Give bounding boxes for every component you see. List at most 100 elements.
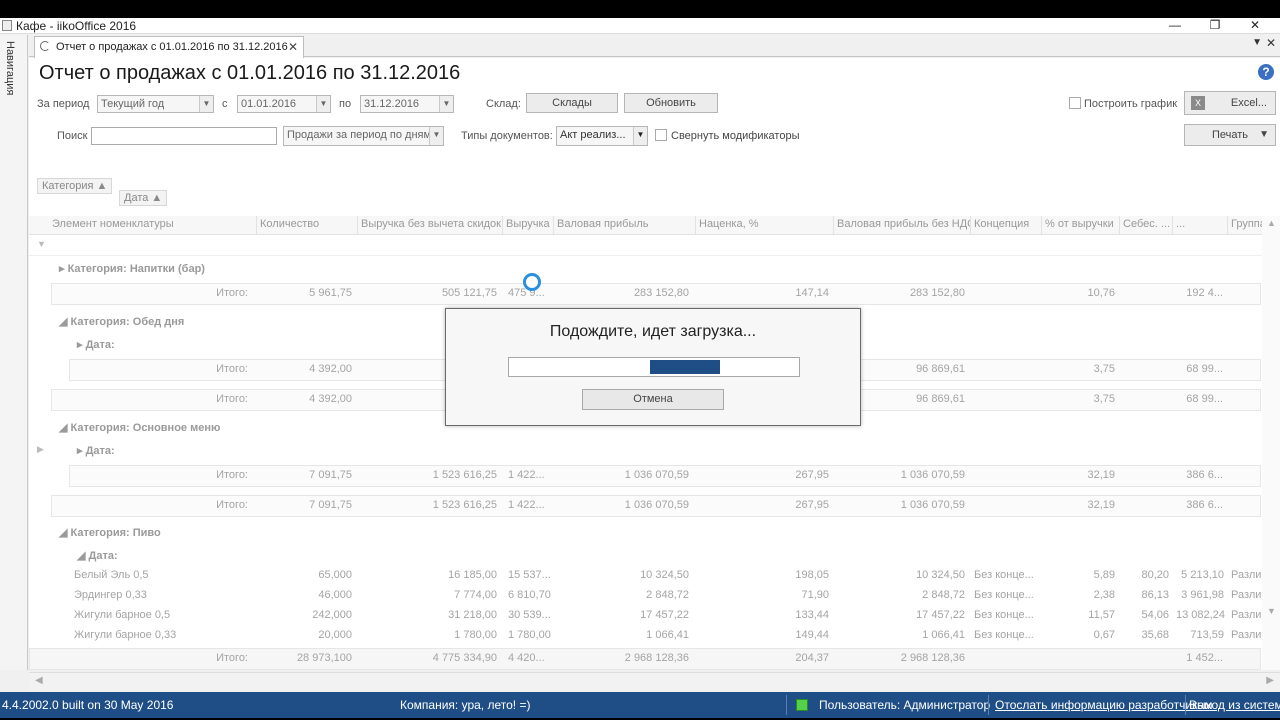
loading-icon bbox=[40, 41, 50, 51]
scroll-left-icon[interactable]: ◀ bbox=[35, 675, 43, 686]
total-cell: 2 968 128,36 bbox=[624, 652, 689, 664]
date-to-field[interactable]: 31.12.2016 ▼ bbox=[360, 95, 454, 113]
group-chip-category[interactable]: Категория ▲ bbox=[37, 178, 113, 194]
excel-label: Excel... bbox=[1230, 97, 1267, 109]
print-button[interactable]: Печать ▼ bbox=[1184, 124, 1276, 146]
tab-menu-chevron-down-icon[interactable]: ▼ bbox=[1252, 37, 1262, 48]
scroll-down-icon[interactable]: ▼ bbox=[1267, 606, 1276, 616]
filter-icon: ▼ bbox=[37, 239, 46, 249]
row-indicator-arrow: ▶ bbox=[37, 444, 44, 454]
scroll-right-icon[interactable]: ▶ bbox=[1266, 675, 1274, 686]
divider bbox=[1185, 695, 1186, 715]
col-more[interactable]: ... bbox=[1173, 216, 1228, 235]
chevron-down-icon: ▼ bbox=[633, 127, 647, 145]
cancel-button[interactable]: Отмена bbox=[582, 389, 724, 410]
navigation-panel[interactable]: Навигация bbox=[0, 35, 28, 670]
excel-button[interactable]: X Excel... bbox=[1184, 91, 1276, 115]
col-gross-profit[interactable]: Валовая прибыль bbox=[554, 216, 696, 235]
group-main-menu[interactable]: ◢ Категория: Основное меню bbox=[59, 421, 220, 434]
tab-close-icon[interactable]: ✕ bbox=[288, 40, 298, 54]
doc-types-select[interactable]: Акт реализ... ▼ bbox=[556, 126, 648, 146]
help-icon[interactable]: ? bbox=[1258, 64, 1274, 80]
table-row[interactable]: Жигули барное 0,33 20,000 1 780,00 1 780… bbox=[49, 626, 1267, 646]
filter-row[interactable]: ▼ bbox=[29, 236, 1280, 256]
cell: 54,06 bbox=[1141, 609, 1169, 621]
maximize-button[interactable]: ❐ bbox=[1200, 18, 1230, 34]
date-from-field[interactable]: 01.01.2016 ▼ bbox=[237, 95, 331, 113]
cell: Без конце... bbox=[974, 589, 1034, 601]
total-cell: 3,75 bbox=[1093, 363, 1115, 375]
minimize-button[interactable]: — bbox=[1160, 18, 1190, 34]
report-type-select[interactable]: Продажи за период по дням ▼ bbox=[283, 126, 444, 146]
loading-message: Подождите, идет загрузка... bbox=[549, 323, 757, 340]
table-row[interactable]: Эрдингер 0,33 46,000 7 774,00 6 810,70 2… bbox=[49, 586, 1267, 606]
group-label: Категория: Напитки (бар) bbox=[67, 263, 205, 275]
cell: 35,68 bbox=[1141, 629, 1169, 641]
col-item[interactable]: Элемент номенклатуры bbox=[49, 216, 257, 235]
collapse-modifiers-checkbox[interactable] bbox=[655, 129, 667, 141]
build-chart-checkbox[interactable] bbox=[1069, 97, 1081, 109]
cell: 46,000 bbox=[318, 589, 352, 601]
group-date[interactable]: ▸ Дата: bbox=[77, 444, 115, 457]
navigation-label[interactable]: Навигация bbox=[4, 41, 16, 95]
refresh-button[interactable]: Обновить bbox=[624, 93, 718, 113]
total-row-drinks-values: Итого: 5 961,75 505 121,75 475 9... 283 … bbox=[49, 284, 1259, 304]
scroll-up-icon[interactable]: ▲ bbox=[1267, 218, 1276, 228]
close-button[interactable]: ✕ bbox=[1240, 18, 1270, 34]
from-label: с bbox=[222, 98, 228, 110]
total-cell: 5 961,75 bbox=[309, 287, 352, 299]
group-drinks[interactable]: ▸ Категория: Напитки (бар) bbox=[59, 262, 205, 275]
total-cell: 283 152,80 bbox=[909, 287, 965, 299]
vertical-scrollbar[interactable]: ▲ ▼ bbox=[1262, 216, 1280, 670]
send-info-link[interactable]: Отослать информацию разработчикам bbox=[995, 698, 1212, 712]
total-cell: 1 523 616,25 bbox=[432, 469, 497, 481]
period-select[interactable]: Текущий год ▼ bbox=[97, 95, 214, 113]
stores-button[interactable]: Склады bbox=[526, 93, 618, 113]
cell: 1 066,41 bbox=[646, 629, 689, 641]
user-text: Пользователь: Администратор bbox=[819, 698, 991, 712]
col-concept[interactable]: Концепция bbox=[971, 216, 1042, 235]
cell-item: Эрдингер 0,33 bbox=[74, 589, 147, 601]
tab-sales-report[interactable]: Отчет о продажах с 01.01.2016 по 31.12.2… bbox=[34, 36, 304, 58]
group-date[interactable]: ◢ Дата: bbox=[77, 549, 118, 562]
total-label: Итого: bbox=[216, 363, 248, 375]
date-to-value: 31.12.2016 bbox=[364, 98, 420, 110]
col-percent-revenue[interactable]: % от выручки bbox=[1042, 216, 1120, 235]
col-revenue[interactable]: Выручка bbox=[503, 216, 554, 235]
total-cell: 3,75 bbox=[1093, 393, 1115, 405]
collapse-modifiers-label: Свернуть модификаторы bbox=[671, 130, 800, 142]
group-beer[interactable]: ◢ Категория: Пиво bbox=[59, 526, 161, 539]
doc-types-value: Акт реализ... bbox=[560, 129, 626, 141]
total-cell: 1 452... bbox=[1186, 652, 1223, 664]
date-from-value: 01.01.2016 bbox=[241, 98, 297, 110]
cell: 242,000 bbox=[312, 609, 352, 621]
status-bar: 4.4.2002.0 built on 30 May 2016 Компания… bbox=[0, 692, 1280, 718]
col-cost[interactable]: Себес. ... bbox=[1120, 216, 1173, 235]
col-gross-profit-no-vat[interactable]: Валовая прибыль без НДС bbox=[834, 216, 971, 235]
close-all-icon[interactable]: ✕ bbox=[1266, 36, 1276, 50]
logout-link[interactable]: Выход из системы bbox=[1189, 698, 1280, 712]
progress-fill bbox=[650, 360, 720, 374]
col-quantity[interactable]: Количество bbox=[257, 216, 358, 235]
cell: 71,90 bbox=[801, 589, 829, 601]
table-row[interactable]: Белый Эль 0,5 65,000 16 185,00 15 537...… bbox=[49, 566, 1267, 586]
col-revenue-gross[interactable]: Выручка без вычета скидок bbox=[358, 216, 503, 235]
cell: 6 810,70 bbox=[508, 589, 551, 601]
total-cell: 1 422... bbox=[508, 469, 545, 481]
company-text: Компания: ура, лето! =) bbox=[400, 698, 531, 712]
search-input[interactable] bbox=[91, 127, 277, 145]
total-label: Итого: bbox=[216, 393, 248, 405]
total-cell: 267,95 bbox=[795, 469, 829, 481]
group-label: Дата: bbox=[85, 339, 115, 351]
total-cell: 1 036 070,59 bbox=[624, 499, 689, 511]
horizontal-scrollbar[interactable]: ◀ ▶ bbox=[29, 672, 1280, 690]
group-chip-date[interactable]: Дата ▲ bbox=[119, 190, 168, 206]
cell: 17 457,22 bbox=[640, 609, 689, 621]
group-lunch[interactable]: ◢ Категория: Обед дня bbox=[59, 315, 184, 328]
user-status-icon bbox=[796, 699, 808, 711]
cell: 86,13 bbox=[1141, 589, 1169, 601]
col-markup[interactable]: Наценка, % bbox=[696, 216, 834, 235]
group-date[interactable]: ▸ Дата: bbox=[77, 338, 115, 351]
table-row[interactable]: Жигули барное 0,5 242,000 31 218,00 30 5… bbox=[49, 606, 1267, 626]
print-label: Печать bbox=[1211, 129, 1249, 141]
